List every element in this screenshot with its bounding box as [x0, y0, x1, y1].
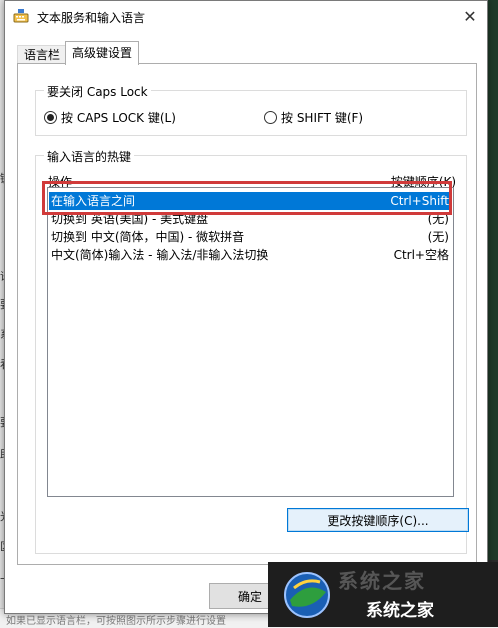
- tab-advanced-key-settings[interactable]: 高级键设置: [65, 41, 140, 65]
- radio-dot[interactable]: [264, 111, 277, 124]
- window-title: 文本服务和输入语言: [37, 11, 146, 25]
- hotkeys-group-title: 输入语言的热键: [44, 148, 135, 165]
- list-item-key: (无): [427, 212, 449, 226]
- list-item[interactable]: 切换到 中文(简体，中国) - 微软拼音 (无): [49, 228, 452, 246]
- keyboard-app-icon: [13, 9, 29, 23]
- list-item-action: 中文(简体)输入法 - 输入法/非输入法切换: [51, 248, 269, 262]
- radio-shift-label: 按 SHIFT 键(F): [281, 111, 364, 125]
- radio-caps-lock-label: 按 CAPS LOCK 键(L): [61, 111, 176, 125]
- watermark: 系统之家 系统之家: [268, 562, 498, 627]
- radio-dot-selected[interactable]: [44, 111, 57, 124]
- radio-shift-key[interactable]: 按 SHIFT 键(F): [264, 109, 363, 126]
- caps-lock-group-title: 要关闭 Caps Lock: [44, 83, 151, 100]
- list-item-action: 在输入语言之间: [51, 194, 136, 208]
- hotkeys-group: 输入语言的热键 操作 按键顺序(K) 在输入语言之间 Ctrl+Shift 切换…: [35, 148, 469, 554]
- watermark-text: 系统之家: [366, 601, 434, 621]
- tab-language-bar[interactable]: 语言栏: [17, 45, 68, 65]
- text-services-dialog: 文本服务和输入语言 ✕ 语言栏 高级键设置 要关闭 Caps Lock 按 CA…: [4, 0, 488, 614]
- hotkeys-list[interactable]: 在输入语言之间 Ctrl+Shift 切换到 英语(美国) - 美式键盘 (无)…: [47, 187, 454, 497]
- list-item[interactable]: 中文(简体)输入法 - 输入法/非输入法切换 Ctrl+空格: [49, 246, 452, 264]
- list-item[interactable]: 在输入语言之间 Ctrl+Shift: [49, 192, 452, 210]
- title-bar[interactable]: 文本服务和输入语言 ✕: [5, 1, 487, 33]
- background-caption-text: 如果已显示语言栏，可按照图示所示步骤进行设置: [6, 616, 226, 627]
- list-item-action: 切换到 英语(美国) - 美式键盘: [51, 212, 209, 226]
- close-button[interactable]: ✕: [453, 1, 487, 31]
- caps-lock-group: 要关闭 Caps Lock 按 CAPS LOCK 键(L) 按 SHIFT 键…: [35, 83, 467, 136]
- close-icon: ✕: [463, 6, 477, 26]
- watermark-ghost-text: 系统之家: [338, 569, 426, 593]
- list-item-key: Ctrl+空格: [393, 248, 449, 262]
- list-item-key: Ctrl+Shift: [390, 194, 449, 208]
- list-item[interactable]: 切换到 英语(美国) - 美式键盘 (无): [49, 210, 452, 228]
- list-item-key: (无): [427, 230, 449, 244]
- list-item-action: 切换到 中文(简体，中国) - 微软拼音: [51, 230, 245, 244]
- globe-logo-icon: [284, 572, 330, 618]
- tab-panel: 要关闭 Caps Lock 按 CAPS LOCK 键(L) 按 SHIFT 键…: [17, 63, 477, 565]
- radio-caps-lock-key[interactable]: 按 CAPS LOCK 键(L): [44, 109, 176, 126]
- change-key-sequence-button[interactable]: 更改按键顺序(C)...: [287, 508, 469, 532]
